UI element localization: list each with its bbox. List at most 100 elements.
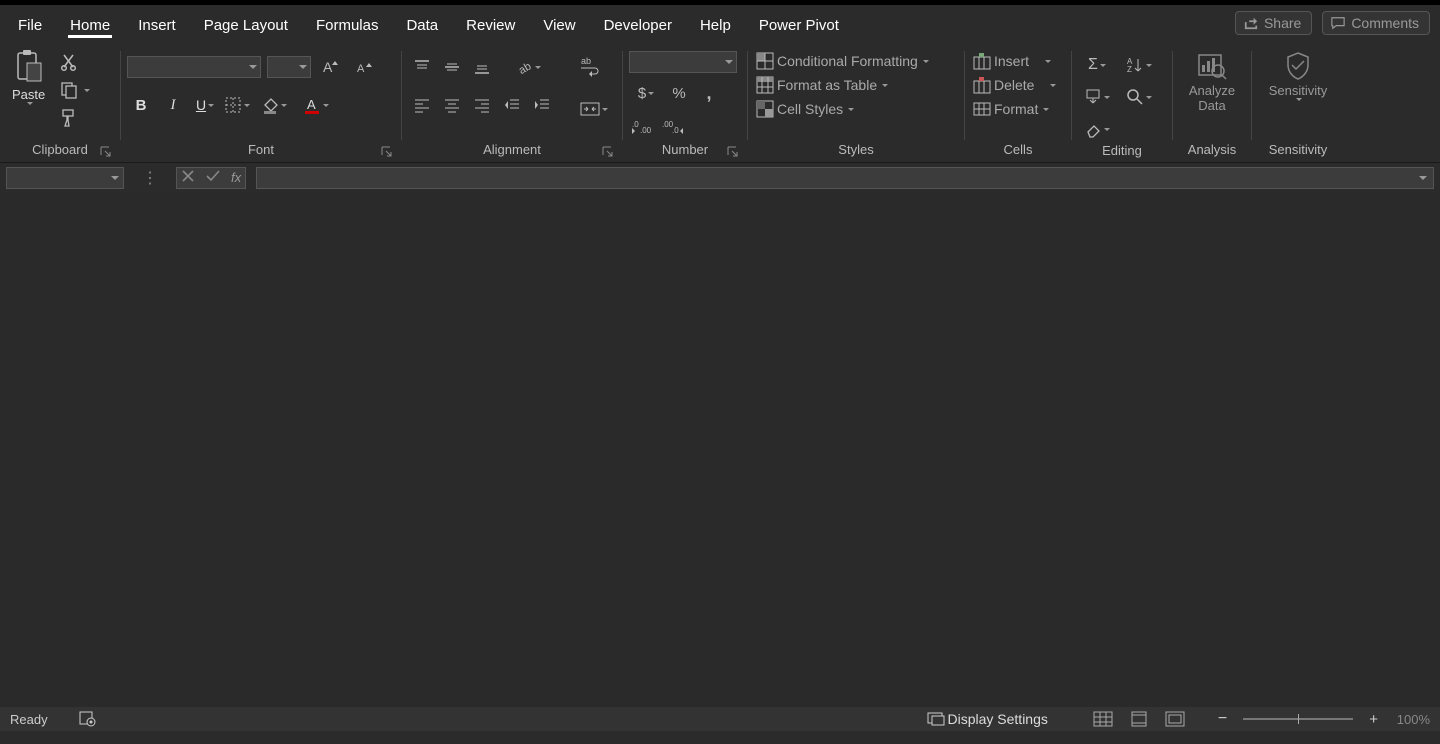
wrap-text-icon: ab: [579, 54, 601, 80]
merge-icon: [580, 100, 600, 118]
tab-view[interactable]: View: [529, 9, 589, 40]
merge-center-button[interactable]: [574, 95, 614, 123]
view-normal-button[interactable]: [1090, 709, 1116, 729]
group-label-cells: Cells: [971, 142, 1065, 160]
comments-button[interactable]: Comments: [1322, 11, 1430, 35]
tab-insert[interactable]: Insert: [124, 9, 190, 40]
align-left-button[interactable]: [408, 91, 436, 119]
accounting-format-button[interactable]: $: [629, 79, 663, 107]
macro-record-icon: [78, 709, 96, 727]
comma-button[interactable]: ,: [695, 79, 723, 107]
tab-power-pivot[interactable]: Power Pivot: [745, 9, 853, 40]
svg-text:A: A: [323, 59, 333, 75]
clipboard-dialog-launcher[interactable]: [100, 146, 114, 160]
underline-button[interactable]: U: [191, 91, 219, 119]
fill-button[interactable]: [1078, 83, 1116, 111]
orientation-icon: ab: [515, 58, 533, 76]
macro-record-button[interactable]: [78, 709, 96, 730]
decrease-decimal-button[interactable]: .00.0: [659, 113, 687, 141]
sensitivity-button[interactable]: Sensitivity: [1263, 47, 1334, 103]
svg-text:.00: .00: [640, 126, 652, 135]
tab-formulas[interactable]: Formulas: [302, 9, 393, 40]
ribbon-tabs: File Home Insert Page Layout Formulas Da…: [0, 5, 1440, 43]
tab-page-layout[interactable]: Page Layout: [190, 9, 302, 40]
align-top-button[interactable]: [408, 53, 436, 81]
tab-review[interactable]: Review: [452, 9, 529, 40]
tab-data[interactable]: Data: [392, 9, 452, 40]
autosum-button[interactable]: Σ: [1078, 51, 1116, 79]
increase-indent-button[interactable]: [528, 91, 556, 119]
font-name-combo[interactable]: [127, 56, 261, 78]
sensitivity-icon: [1281, 49, 1315, 83]
percent-button[interactable]: %: [665, 79, 693, 107]
format-cells-button[interactable]: Format: [971, 99, 1051, 119]
cancel-formula-button[interactable]: [181, 169, 195, 188]
fill-color-button[interactable]: [255, 91, 293, 119]
tab-file[interactable]: File: [4, 9, 56, 40]
name-box[interactable]: [6, 167, 124, 189]
font-size-combo[interactable]: [267, 56, 311, 78]
decrease-font-button[interactable]: A: [351, 53, 379, 81]
tab-developer[interactable]: Developer: [590, 9, 686, 40]
decrease-indent-button[interactable]: [498, 91, 526, 119]
share-button[interactable]: Share: [1235, 11, 1312, 35]
conditional-formatting-button[interactable]: Conditional Formatting: [754, 51, 931, 71]
italic-button[interactable]: I: [159, 91, 187, 119]
paste-button[interactable]: Paste: [6, 47, 51, 107]
analyze-data-button[interactable]: Analyze Data: [1183, 47, 1241, 115]
fill-down-icon: [1084, 88, 1102, 106]
copy-button[interactable]: [57, 79, 92, 101]
format-as-table-button[interactable]: Format as Table: [754, 75, 890, 95]
view-page-layout-button[interactable]: [1126, 709, 1152, 729]
alignment-dialog-launcher[interactable]: [602, 146, 616, 160]
format-painter-button[interactable]: [57, 107, 92, 129]
svg-text:A: A: [307, 97, 316, 112]
enter-formula-button[interactable]: [205, 169, 221, 188]
display-settings-button[interactable]: Display Settings: [925, 710, 1050, 728]
svg-text:ab: ab: [517, 60, 533, 76]
borders-button[interactable]: [223, 91, 251, 119]
zoom-out-button[interactable]: −: [1218, 710, 1227, 728]
group-label-font: Font: [127, 142, 395, 160]
insert-function-button[interactable]: fx: [231, 169, 241, 187]
bold-button[interactable]: B: [127, 91, 155, 119]
increase-font-button[interactable]: A: [317, 53, 345, 81]
cut-button[interactable]: [57, 51, 92, 73]
wrap-text-button[interactable]: ab: [574, 49, 606, 85]
align-bottom-button[interactable]: [468, 53, 496, 81]
zoom-slider[interactable]: [1243, 718, 1353, 720]
tab-home[interactable]: Home: [56, 9, 124, 40]
align-middle-button[interactable]: [438, 53, 466, 81]
cell-styles-icon: [756, 100, 774, 118]
font-color-icon: A: [303, 96, 321, 114]
copy-icon: [59, 80, 79, 100]
sort-filter-button[interactable]: AZ: [1120, 51, 1158, 79]
group-label-styles: Styles: [754, 142, 958, 160]
bucket-icon: [261, 96, 279, 114]
increase-decimal-button[interactable]: .0.00: [629, 113, 657, 141]
formula-bar[interactable]: [256, 167, 1434, 189]
number-format-combo[interactable]: [629, 51, 737, 73]
view-page-break-button[interactable]: [1162, 709, 1188, 729]
insert-cells-button[interactable]: Insert: [971, 51, 1053, 71]
cell-styles-button[interactable]: Cell Styles: [754, 99, 856, 119]
check-icon: [205, 169, 221, 183]
delete-cells-button[interactable]: Delete: [971, 75, 1058, 95]
borders-icon: [224, 96, 242, 114]
expand-formula-bar[interactable]: [1419, 176, 1427, 180]
align-center-button[interactable]: [438, 91, 466, 119]
font-color-button[interactable]: A: [297, 91, 335, 119]
find-select-button[interactable]: [1120, 83, 1158, 111]
clear-button[interactable]: [1078, 115, 1116, 143]
number-dialog-launcher[interactable]: [727, 146, 741, 160]
font-dialog-launcher[interactable]: [381, 146, 395, 160]
orientation-button[interactable]: ab: [510, 53, 546, 81]
zoom-in-button[interactable]: +: [1369, 711, 1378, 728]
tab-help[interactable]: Help: [686, 9, 745, 40]
svg-text:A: A: [1127, 57, 1133, 66]
align-right-button[interactable]: [468, 91, 496, 119]
worksheet-area[interactable]: [0, 193, 1440, 707]
namebox-more-icon[interactable]: ⋮: [142, 168, 158, 188]
zoom-level[interactable]: 100%: [1388, 712, 1430, 727]
format-cells-icon: [973, 100, 991, 118]
